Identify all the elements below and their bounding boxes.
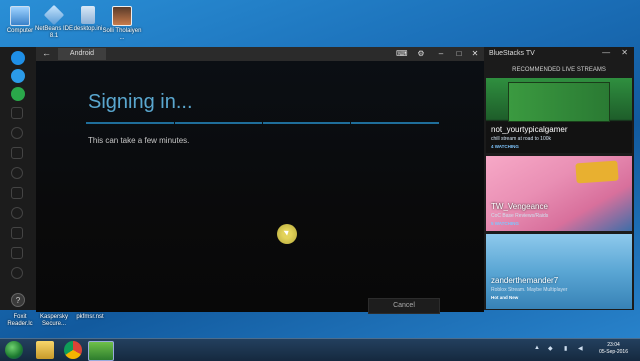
location-icon[interactable] bbox=[11, 167, 23, 179]
bluestacks-taskbar-icon[interactable] bbox=[88, 341, 114, 361]
stream-name: not_yourtypicalgamer bbox=[491, 125, 568, 134]
stream-name: TW_Vengeance bbox=[491, 202, 548, 211]
bluestacks-logo-icon[interactable] bbox=[11, 51, 25, 65]
shake-icon[interactable] bbox=[11, 187, 23, 199]
back-button[interactable]: ← bbox=[42, 48, 51, 58]
bluestacks-tv-panel: BlueStacks TV — ✕ RECOMMENDED LIVE STREA… bbox=[484, 47, 634, 310]
system-clock[interactable]: 23:04 05-Sep-2016 bbox=[599, 342, 628, 356]
tab-android[interactable]: Android bbox=[58, 48, 106, 60]
signin-subtitle: This can take a few minutes. bbox=[88, 136, 190, 145]
page-title: Signing in... bbox=[88, 91, 193, 113]
multi-instance-icon[interactable] bbox=[11, 267, 23, 279]
netbeans-icon bbox=[43, 4, 65, 26]
clash-of-clans-logo bbox=[575, 160, 619, 184]
video-thumbnail-icon bbox=[112, 6, 132, 26]
camera-icon[interactable] bbox=[11, 147, 23, 159]
clock-time: 23:04 bbox=[607, 342, 620, 348]
bluestacks-window: ← Android ⌨ ⚙ – □ ✕ Signing in... This c… bbox=[36, 47, 484, 314]
recommended-header: RECOMMENDED LIVE STREAMS bbox=[512, 67, 606, 73]
tray-app-icon[interactable]: ◆ bbox=[548, 345, 553, 352]
stream-desc: CoC Base Reviews/Raids bbox=[491, 213, 549, 219]
tray-arrow-icon[interactable]: ▲ bbox=[534, 345, 540, 351]
settings-gear-icon[interactable]: ⚙ bbox=[416, 49, 426, 59]
stream-desc: Roblox Stream. Maybe Multiplayer bbox=[491, 287, 568, 293]
window-titlebar: ← Android ⌨ ⚙ – □ ✕ bbox=[36, 47, 484, 61]
desktop-icon-pkfmsr[interactable]: pkfmsr.nst bbox=[70, 314, 110, 321]
taskbar: ▲ ◆ ▮ ◀ 23:04 05-Sep-2016 bbox=[0, 338, 640, 361]
stream-name: zanderthemander7 bbox=[491, 276, 559, 285]
file-icon bbox=[81, 6, 95, 24]
apk-icon[interactable] bbox=[11, 87, 25, 101]
keymapping-icon[interactable]: ⌨ bbox=[396, 49, 408, 59]
volume-icon[interactable]: ◀ bbox=[578, 345, 583, 352]
signin-screen: Signing in... This can take a few minute… bbox=[36, 61, 484, 314]
cancel-button[interactable]: Cancel bbox=[368, 298, 440, 314]
folder-icon[interactable] bbox=[11, 247, 23, 259]
stream-thumbnail bbox=[508, 82, 610, 122]
start-button[interactable] bbox=[5, 341, 23, 359]
desktop-icon-kaspersky[interactable]: Kaspersky Secure... bbox=[34, 314, 74, 328]
home-icon[interactable] bbox=[11, 69, 25, 83]
stream-watching: 4 WATCHING bbox=[491, 144, 519, 149]
minimize-icon[interactable]: – bbox=[436, 49, 446, 59]
close-icon[interactable]: ✕ bbox=[621, 48, 628, 57]
help-icon[interactable]: ? bbox=[11, 293, 25, 307]
tv-title: BlueStacks TV bbox=[489, 50, 535, 57]
desktop-icon-solli[interactable]: Solli Tholaiyen ... bbox=[102, 6, 142, 42]
network-icon[interactable]: ▮ bbox=[564, 345, 567, 352]
chrome-icon[interactable] bbox=[64, 341, 82, 359]
screenshot-icon[interactable] bbox=[11, 107, 23, 119]
explorer-icon[interactable] bbox=[36, 341, 54, 359]
desktop-icon-label: pkfmsr.nst bbox=[76, 314, 104, 320]
stream-desc: chill stream at road to 100k bbox=[491, 136, 552, 142]
stream-card[interactable]: zanderthemander7 Roblox Stream. Maybe Mu… bbox=[486, 234, 632, 309]
copy-icon[interactable] bbox=[11, 227, 23, 239]
desktop-icon-label: Kaspersky Secure... bbox=[39, 314, 68, 327]
computer-icon bbox=[10, 6, 30, 26]
stream-card[interactable]: not_yourtypicalgamer chill stream at roa… bbox=[486, 78, 632, 153]
volume-icon[interactable] bbox=[11, 207, 23, 219]
mouse-cursor-highlight bbox=[277, 224, 297, 244]
stream-watching: Hot and New bbox=[491, 295, 519, 300]
clock-date: 05-Sep-2016 bbox=[599, 349, 628, 355]
stream-watching: 5 WATCHING bbox=[491, 221, 519, 226]
maximize-icon[interactable]: □ bbox=[454, 49, 464, 59]
desktop-icon-label: Solli Tholaiyen ... bbox=[102, 28, 142, 41]
minimize-icon[interactable]: — bbox=[602, 48, 610, 57]
tv-window-controls: — ✕ bbox=[602, 48, 628, 57]
stream-card[interactable]: TW_Vengeance CoC Base Reviews/Raids 5 WA… bbox=[486, 156, 632, 231]
bluestacks-sidebar: ? bbox=[0, 47, 36, 310]
signin-progress-bar bbox=[86, 122, 439, 124]
rotate-icon[interactable] bbox=[11, 127, 23, 139]
close-icon[interactable]: ✕ bbox=[470, 49, 480, 59]
